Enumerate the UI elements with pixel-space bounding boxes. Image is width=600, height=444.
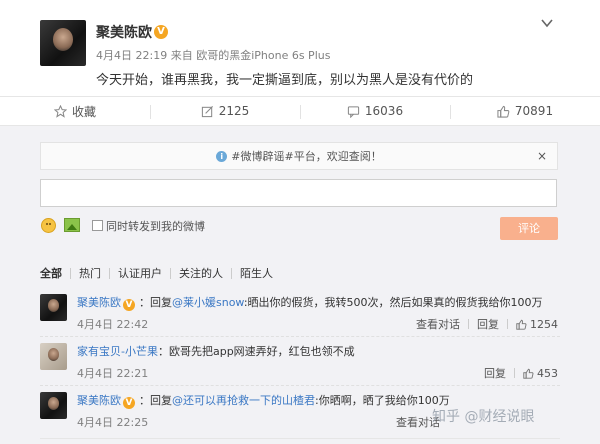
comment-input[interactable] [40,179,557,207]
forward-checkbox[interactable] [92,220,103,231]
comment-text: :你晒啊，晒了我给你100万 [315,394,450,407]
comment-like-count: 1254 [530,317,558,331]
chevron-down-icon[interactable] [540,16,554,30]
comment-button[interactable]: 16036 [300,97,450,125]
filter-hot[interactable]: 热门 [70,268,109,279]
comment-item: 聚美陈欧 V ：回复@莱小媛snow:晒出你的假货，我转500次，然后如果真的假货我… [40,294,560,338]
comment-text-line: 聚美陈欧 V ：回复@莱小媛snow:晒出你的假货，我转500次，然后如果真的假货我… [77,294,543,311]
author-avatar[interactable] [40,20,86,66]
next-comment-cutoff [40,438,560,444]
like-count: 70891 [514,104,554,118]
weibo-post: 聚美陈欧 V 4月4日 22:19 来自 欧哥的黑金iPhone 6s Plus… [0,0,600,96]
verified-badge-icon: V [123,397,135,409]
post-text: 今天开始，谁再黑我，我一定撕逼到底，别以为黑人是没有代价的 [96,73,474,88]
filter-strangers[interactable]: 陌生人 [231,268,281,279]
mention-link[interactable]: @还可以再抢救一下的山楂君 [172,394,315,407]
author-name[interactable]: 聚美陈欧 [96,22,152,42]
comment-actions: 回复 453 [484,365,558,381]
reply-prefix: ：回复 [139,394,172,407]
image-icon[interactable] [64,218,80,232]
info-icon: i [216,150,228,162]
commenter-name[interactable]: 聚美陈欧 [77,296,121,309]
repost-button[interactable]: 2125 [150,97,300,125]
commenter-name[interactable]: 家有宝贝-小芒果 [77,345,158,358]
reply-prefix: ：回复 [139,296,172,309]
commenter-avatar[interactable] [40,294,67,321]
filter-all[interactable]: 全部 [40,268,70,279]
view-thread-link[interactable]: 查看对话 [416,316,460,332]
watermark: 知乎 @财经说眼 [432,409,535,425]
comment-text: :晒出你的假货，我转500次，然后如果真的假货我给你100万 [243,296,543,309]
comment-text-line: 聚美陈欧 V ：回复@还可以再抢救一下的山楂君:你晒啊，晒了我给你100万 [77,392,450,409]
verified-badge-icon: V [154,25,168,39]
mention-link[interactable]: @莱小媛snow [172,296,244,309]
comments-panel: i #微博辟谣#平台，欢迎查阅！ × 同时转发到我的微博 评论 全部 热门 认证… [0,126,600,444]
comment-time: 4月4日 22:25 [77,416,149,429]
reply-link[interactable]: 回复 [484,365,506,381]
comment-time: 4月4日 22:42 [77,318,149,331]
thumbs-up-icon[interactable] [516,319,527,330]
favorite-label: 收藏 [71,104,96,119]
post-device: 欧哥的黑金iPhone 6s Plus [196,49,331,62]
forward-label: 同时转发到我的微博 [106,220,205,233]
filter-following[interactable]: 关注的人 [170,268,231,279]
reply-prefix: ： [157,345,169,358]
favorite-button[interactable]: 收藏 [0,97,150,125]
repost-icon [201,105,213,117]
filter-verified[interactable]: 认证用户 [109,268,170,279]
comment-actions: 查看对话 回复 1254 [416,316,558,332]
comment-count: 16036 [364,104,404,118]
rumor-notice[interactable]: i #微博辟谣#平台，欢迎查阅！ × [40,142,558,170]
emoji-icon[interactable] [41,218,56,233]
comment-icon [347,105,360,118]
repost-count: 2125 [218,104,250,118]
commenter-name[interactable]: 聚美陈欧 [77,394,121,407]
thumbs-up-icon[interactable] [523,368,534,379]
like-button[interactable]: 70891 [450,97,600,125]
comment-text-line: 家有宝贝-小芒果：欧哥先把app网速弄好，红包也领不成 [77,343,355,359]
star-icon [53,104,67,118]
post-time[interactable]: 4月4日 22:19 [96,49,167,62]
post-meta: 4月4日 22:19 来自 欧哥的黑金iPhone 6s Plus [96,47,330,63]
post-action-bar: 收藏 2125 16036 70891 [0,96,600,126]
comment-text: 欧哥先把app网速弄好，红包也领不成 [168,345,355,358]
comment-divider [40,385,560,386]
commenter-avatar[interactable] [40,343,67,370]
comment-divider [40,336,560,337]
thumbs-up-icon [497,105,510,118]
close-icon[interactable]: × [537,149,547,163]
verified-badge-icon: V [123,299,135,311]
commenter-avatar[interactable] [40,392,67,419]
comment-time: 4月4日 22:21 [77,367,149,380]
comment-filter-tabs: 全部 热门 认证用户 关注的人 陌生人 [40,268,281,279]
notice-text: #微博辟谣#平台，欢迎查阅！ [231,150,382,163]
comment-like-count: 453 [537,366,558,380]
source-prefix: 来自 [170,49,193,62]
reply-link[interactable]: 回复 [477,316,499,332]
submit-comment-button[interactable]: 评论 [500,217,558,240]
comment-item: 家有宝贝-小芒果：欧哥先把app网速弄好，红包也领不成 4月4日 22:21 回… [40,343,560,387]
